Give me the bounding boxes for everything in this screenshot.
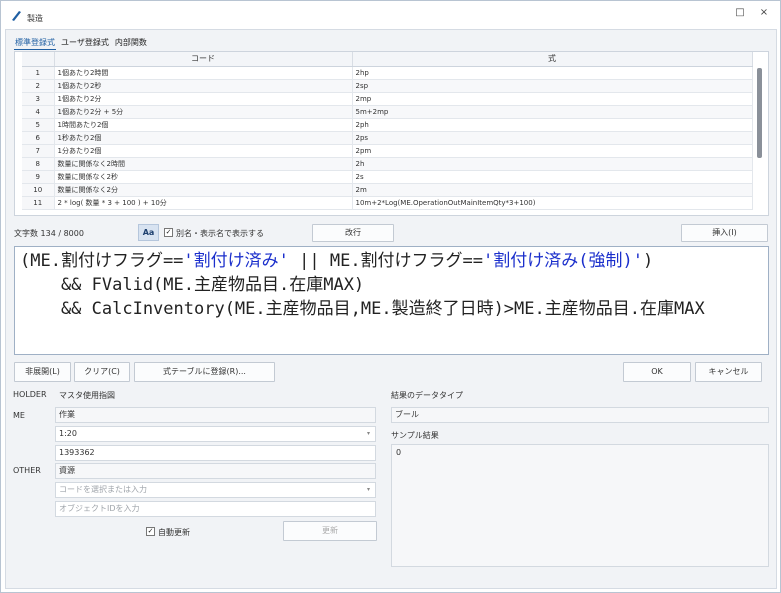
tab-user[interactable]: ユーザ登録式 <box>60 36 110 50</box>
window-title: 製造 <box>27 14 43 23</box>
column-header-formula[interactable]: 式 <box>352 52 753 67</box>
char-count: 文字数 134 / 8000 <box>14 229 84 238</box>
me-type-field: 作業 <box>55 407 376 423</box>
row-formula: 5m+2mp <box>352 105 753 119</box>
row-formula: 2pm <box>352 144 753 158</box>
maximize-button[interactable]: □ <box>732 6 748 20</box>
row-number: 2 <box>22 79 55 93</box>
row-code: 1分あたり2個 <box>54 144 353 158</box>
register-button[interactable]: 式テーブルに登録(R)... <box>134 362 275 382</box>
row-code: 1時間あたり2個 <box>54 118 353 132</box>
update-button[interactable]: 更新 <box>283 521 377 541</box>
ok-button[interactable]: OK <box>623 362 691 382</box>
row-formula: 2s <box>352 170 753 184</box>
row-code: 1個あたり2時間 <box>54 66 353 80</box>
auto-update-label: 自動更新 <box>158 528 190 537</box>
font-size-button[interactable]: Aa <box>138 224 159 241</box>
editor-line-2: && FValid(ME.主産物品目.在庫MAX) <box>20 275 365 295</box>
me-label: ME <box>13 411 25 420</box>
table-row[interactable]: 5 1時間あたり2個 2ph <box>22 118 753 132</box>
row-number: 11 <box>22 196 55 210</box>
tab-bar: 標準登録式 ユーザ登録式 内部関数 <box>14 36 148 50</box>
insert-button[interactable]: 挿入(I) <box>681 224 768 242</box>
tab-internal-functions[interactable]: 内部関数 <box>114 36 148 50</box>
table-row[interactable]: 9 数量に関係なく2秒 2s <box>22 170 753 184</box>
holder-value: マスタ使用指図 <box>59 391 115 400</box>
row-number: 9 <box>22 170 55 184</box>
other-type-field: 資源 <box>55 463 376 479</box>
table-header: コード 式 <box>22 52 753 67</box>
row-formula: 2h <box>352 157 753 171</box>
row-code: 数量に関係なく2秒 <box>54 170 353 184</box>
other-code-select[interactable]: コードを選択または入力 ▾ <box>55 482 376 498</box>
other-object-id-input[interactable]: オブジェクトIDを入力 <box>55 501 376 517</box>
row-number: 1 <box>22 66 55 80</box>
table-row[interactable]: 11 2 * log( 数量 * 3 + 100 ) + 10分 10m+2*Log… <box>22 196 753 210</box>
row-number: 6 <box>22 131 55 145</box>
editor-line-3: && CalcInventory(ME.主産物品目,ME.製造終了日時)>ME.… <box>20 299 705 319</box>
row-code: 1秒あたり2個 <box>54 131 353 145</box>
formula-editor-window: 製造 □ × 標準登録式 ユーザ登録式 内部関数 コード 式 1 1個あたり2時間… <box>0 0 781 593</box>
row-number: 7 <box>22 144 55 158</box>
me-object-id-input[interactable]: 1393362 <box>55 445 376 461</box>
table-row[interactable]: 4 1個あたり2分 + 5分 5m+2mp <box>22 105 753 119</box>
alias-checkbox[interactable]: ✓ <box>164 228 173 237</box>
action-row: 非展開(L) クリア(C) 式テーブルに登録(R)... OK キャンセル <box>14 362 774 382</box>
table-row[interactable]: 8 数量に関係なく2時間 2h <box>22 157 753 171</box>
table-row[interactable]: 3 1個あたり2分 2mp <box>22 92 753 106</box>
column-header-number <box>22 52 55 67</box>
formula-editor[interactable]: (ME.割付けフラグ=='割付け済み' || ME.割付けフラグ=='割付け済み… <box>14 246 769 355</box>
collapse-button[interactable]: 非展開(L) <box>14 362 71 382</box>
row-code: 1個あたり2分 <box>54 92 353 106</box>
row-formula: 2m <box>352 183 753 197</box>
table-row[interactable]: 6 1秒あたり2個 2ps <box>22 131 753 145</box>
dialog-body: 標準登録式 ユーザ登録式 内部関数 コード 式 1 1個あたり2時間 2hp 2 1個あ… <box>5 29 777 589</box>
me-code-select[interactable]: 1:20 ▾ <box>55 426 376 442</box>
row-formula: 2hp <box>352 66 753 80</box>
formula-table: コード 式 1 1個あたり2時間 2hp 2 1個あたり2秒 2sp 3 1個あたり2分 2mp… <box>14 51 769 216</box>
editor-toolbar: 文字数 134 / 8000 Aa ✓ 別名・表示名で表示する 改行 挿入(I) <box>14 223 774 243</box>
result-datatype-value: ブール <box>391 407 769 423</box>
tab-standard[interactable]: 標準登録式 <box>14 36 56 50</box>
sample-result-label: サンプル結果 <box>391 431 439 440</box>
row-formula: 2mp <box>352 92 753 106</box>
clear-button[interactable]: クリア(C) <box>74 362 130 382</box>
row-formula: 10m+2*Log(ME.OperationOutMainItemQty*3+1… <box>352 196 753 210</box>
row-number: 4 <box>22 105 55 119</box>
cancel-button[interactable]: キャンセル <box>695 362 762 382</box>
table-row[interactable]: 1 1個あたり2時間 2hp <box>22 66 753 80</box>
alias-checkbox-label: 別名・表示名で表示する <box>176 229 264 238</box>
pen-icon <box>12 11 21 21</box>
other-label: OTHER <box>13 466 41 475</box>
chevron-down-icon: ▾ <box>366 430 370 437</box>
table-row[interactable]: 7 1分あたり2個 2pm <box>22 144 753 158</box>
table-row[interactable]: 2 1個あたり2秒 2sp <box>22 79 753 93</box>
column-header-code[interactable]: コード <box>54 52 353 67</box>
close-button[interactable]: × <box>756 6 772 20</box>
row-number: 5 <box>22 118 55 132</box>
row-code: 数量に関係なく2時間 <box>54 157 353 171</box>
title-bar: 製造 □ × <box>1 1 780 29</box>
row-code: 1個あたり2秒 <box>54 79 353 93</box>
row-number: 8 <box>22 157 55 171</box>
result-datatype-label: 結果のデータタイプ <box>391 391 463 400</box>
auto-update-checkbox[interactable]: ✓ <box>146 527 155 536</box>
row-code: 2 * log( 数量 * 3 + 100 ) + 10分 <box>54 196 353 210</box>
newline-button[interactable]: 改行 <box>312 224 394 242</box>
sample-result-area: 0 <box>391 444 769 567</box>
holder-label: HOLDER <box>13 390 47 399</box>
row-number: 10 <box>22 183 55 197</box>
chevron-down-icon: ▾ <box>366 486 370 493</box>
row-code: 1個あたり2分 + 5分 <box>54 105 353 119</box>
table-scrollbar[interactable] <box>757 68 762 158</box>
editor-line-1: (ME.割付けフラグ=='割付け済み' || ME.割付けフラグ=='割付け済み… <box>20 251 654 271</box>
row-number: 3 <box>22 92 55 106</box>
row-code: 数量に関係なく2分 <box>54 183 353 197</box>
row-formula: 2ph <box>352 118 753 132</box>
row-formula: 2ps <box>352 131 753 145</box>
table-row[interactable]: 10 数量に関係なく2分 2m <box>22 183 753 197</box>
row-formula: 2sp <box>352 79 753 93</box>
